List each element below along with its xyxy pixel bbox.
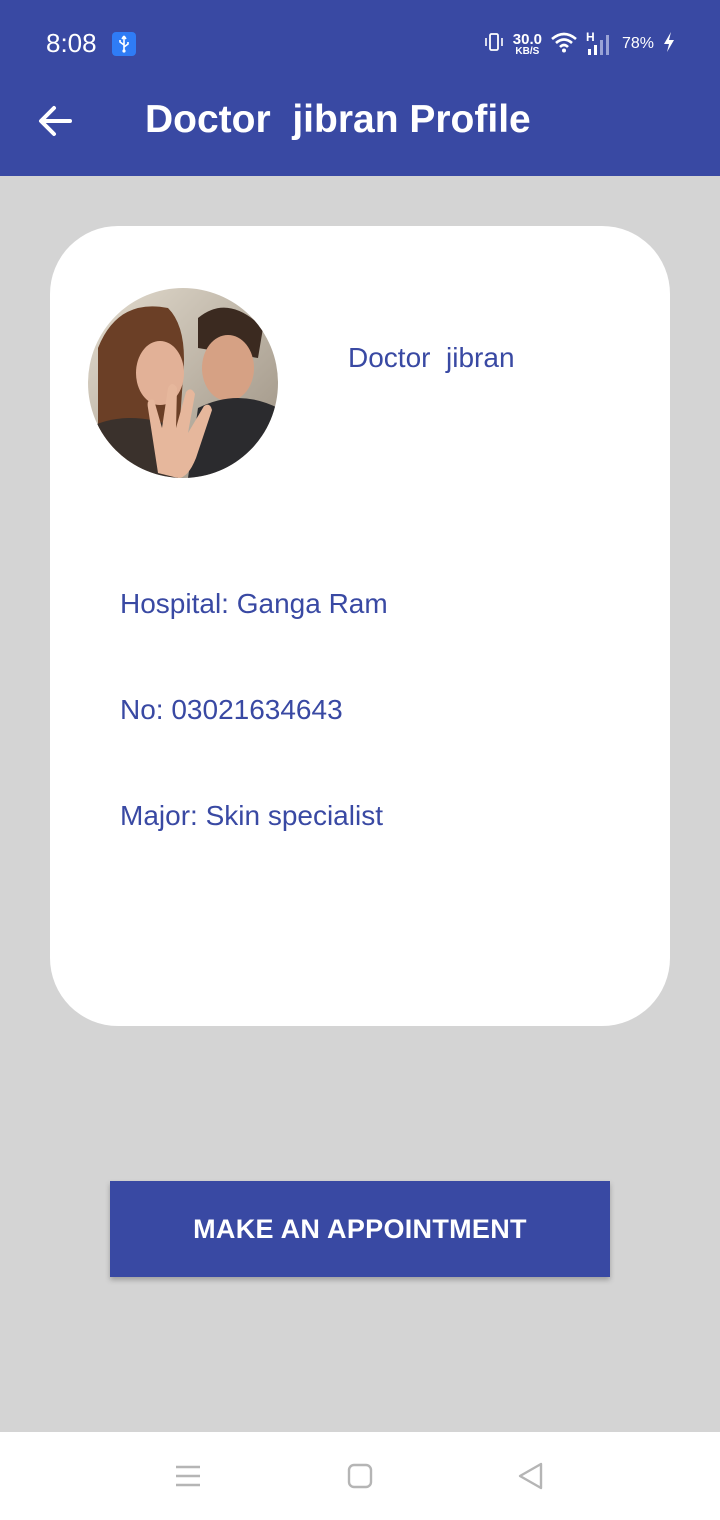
net-speed-value: 30.0 bbox=[512, 30, 542, 48]
net-speed: 30.0 KB/S bbox=[513, 32, 542, 57]
vibrate-icon bbox=[483, 31, 505, 58]
major-info: Major: Skin specialist bbox=[120, 800, 383, 831]
avatar bbox=[88, 288, 278, 478]
menu-icon[interactable] bbox=[164, 1452, 212, 1500]
hospital-info: Hospital: Ganga Ram bbox=[120, 588, 388, 619]
status-time: 8:08 bbox=[46, 28, 97, 58]
app-bar: 8:08 30.0 KB/S H 78% Doctor jibran Profi… bbox=[0, 0, 720, 176]
signal-icon: H bbox=[586, 30, 614, 56]
phone-info: No: 03021634643 bbox=[120, 694, 343, 725]
home-icon[interactable] bbox=[336, 1452, 384, 1500]
wifi-icon bbox=[550, 31, 578, 58]
battery-level: 78% bbox=[621, 35, 654, 52]
page-title: Doctor jibran Profile bbox=[145, 98, 531, 141]
system-nav-bar bbox=[0, 1432, 720, 1520]
status-icons: 30.0 KB/S H 78% bbox=[483, 30, 676, 58]
net-speed-unit: KB/S bbox=[515, 45, 540, 57]
make-appointment-button[interactable]: MAKE AN APPOINTMENT bbox=[110, 1181, 610, 1277]
back-icon[interactable] bbox=[506, 1452, 554, 1500]
back-arrow-icon[interactable] bbox=[34, 100, 78, 144]
charging-icon bbox=[662, 31, 676, 58]
usb-icon bbox=[112, 32, 136, 56]
profile-card: Doctor jibran Hospital: Ganga Ram No: 03… bbox=[50, 226, 670, 1026]
doctor-name: Doctor jibran bbox=[348, 342, 515, 373]
